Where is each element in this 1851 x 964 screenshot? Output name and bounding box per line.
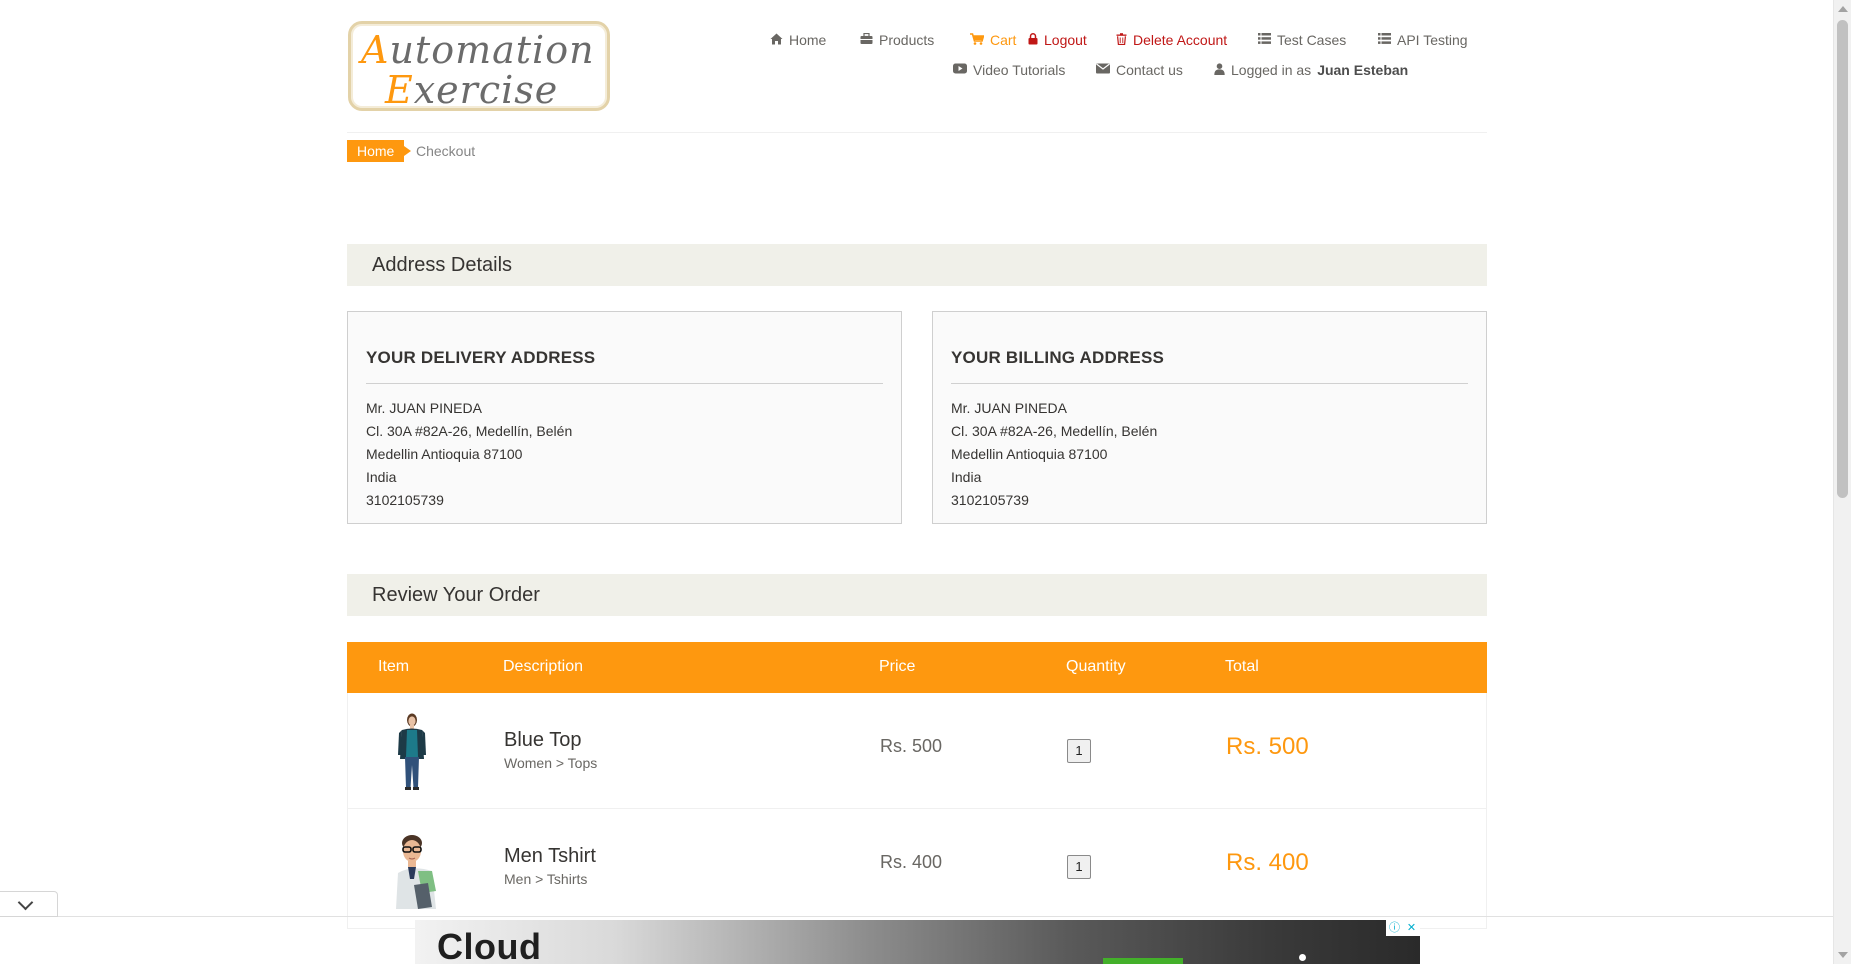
logged-in-prefix: Logged in as [1231,62,1312,78]
ad-banner[interactable]: Cloud ⓘ ✕ [415,920,1420,964]
ad-badge[interactable]: ⓘ ✕ [1386,920,1420,936]
billing-address-box: YOUR BILLING ADDRESS Mr. JUAN PINEDA Cl.… [932,311,1487,524]
site-logo[interactable]: Automation Exercise [348,21,610,112]
nav-test-cases-label: Test Cases [1277,32,1347,48]
ad-dot [1299,954,1306,961]
nav-cart-label: Cart [990,32,1017,48]
delivery-address-country: India [366,469,397,485]
lock-icon [1028,32,1038,48]
table-row: Blue Top Women > Tops Rs. 500 1 Rs. 500 [347,693,1487,809]
product-name[interactable]: Blue Top [504,729,581,752]
col-price: Price [879,658,916,675]
ad-overlay-divider [0,916,1833,917]
logged-in-username: Juan Esteban [1317,62,1409,78]
billing-address-street: Cl. 30A #82A-26, Medellín, Belén [951,423,1158,439]
nav-home-label: Home [789,32,827,48]
page-scrollbar[interactable] [1833,0,1851,964]
list-icon [1258,33,1271,47]
ad-collapse-button[interactable] [0,891,58,917]
cart-icon [970,32,985,48]
product-category: Men > Tshirts [504,871,588,887]
trash-icon [1116,32,1127,48]
nav-contact-us-label: Contact us [1116,62,1183,78]
user-icon [1214,62,1225,78]
scroll-up-arrow-icon[interactable] [1838,6,1848,12]
scrollbar-thumb[interactable] [1837,20,1848,498]
delivery-address-street: Cl. 30A #82A-26, Medellín, Belén [366,423,573,439]
product-price: Rs. 500 [880,736,943,756]
home-icon [770,33,783,48]
nav-logout-link[interactable]: Logout [1028,32,1087,48]
billing-address-divider [951,383,1468,384]
briefcase-icon [860,32,873,48]
header-divider [347,132,1487,133]
nav-delete-account-label: Delete Account [1133,32,1228,48]
list-icon [1378,33,1391,47]
product-quantity: 1 [1067,855,1091,879]
delivery-address-divider [366,383,883,384]
chevron-down-icon [17,894,34,911]
address-details-header: Address Details [347,244,1487,286]
delivery-address-name: Mr. JUAN PINEDA [366,400,482,416]
nav-video-tutorials-link[interactable]: Video Tutorials [953,62,1065,78]
nav-test-cases-link[interactable]: Test Cases [1258,32,1346,48]
ad-info-icon[interactable]: ⓘ [1386,920,1403,936]
nav-products-label: Products [879,32,935,48]
delivery-address-phone: 3102105739 [366,492,444,508]
envelope-icon [1096,63,1110,77]
address-details-title: Address Details [372,254,513,276]
nav-contact-us-link[interactable]: Contact us [1096,62,1183,78]
logged-in-status: Logged in as Juan Esteban [1214,62,1408,78]
logo-line-1: Automation [361,28,595,72]
nav-api-testing-label: API Testing [1397,32,1468,48]
ad-cta-button[interactable] [1103,958,1183,964]
nav-products-link[interactable]: Products [860,32,934,48]
review-order-header: Review Your Order [347,574,1487,616]
product-name[interactable]: Men Tshirt [504,845,596,868]
col-description: Description [503,658,584,675]
billing-address-heading: YOUR BILLING ADDRESS [951,348,1165,367]
product-price: Rs. 400 [880,852,943,872]
billing-address-phone: 3102105739 [951,492,1029,508]
billing-address-name: Mr. JUAN PINEDA [951,400,1067,416]
billing-address-country: India [951,469,982,485]
nav-delete-account-link[interactable]: Delete Account [1116,32,1227,48]
nav-home-link[interactable]: Home [770,32,826,48]
logo-line-2: Exercise [385,68,559,112]
review-order-title: Review Your Order [372,584,540,606]
product-total: Rs. 500 [1226,733,1309,760]
product-image-blue-top[interactable] [388,711,436,791]
delivery-address-box: YOUR DELIVERY ADDRESS Mr. JUAN PINEDA Cl… [347,311,902,524]
product-total: Rs. 400 [1226,849,1309,876]
ad-close-icon[interactable]: ✕ [1403,920,1420,936]
delivery-address-heading: YOUR DELIVERY ADDRESS [366,348,596,367]
product-category: Women > Tops [504,755,598,771]
ad-headline: Cloud [437,926,542,964]
breadcrumb-home[interactable]: Home [347,140,412,162]
youtube-icon [953,63,967,77]
col-total: Total [1225,658,1259,675]
col-item: Item [378,658,410,675]
delivery-address-city: Medellin Antioquia 87100 [366,446,523,462]
nav-cart-link[interactable]: Cart [970,32,1016,48]
scroll-down-arrow-icon[interactable] [1838,952,1848,958]
product-quantity: 1 [1067,739,1091,763]
billing-address-city: Medellin Antioquia 87100 [951,446,1108,462]
breadcrumb-current: Checkout [416,143,476,159]
nav-api-testing-link[interactable]: API Testing [1378,32,1468,48]
table-row: Men Tshirt Men > Tshirts Rs. 400 1 Rs. 4… [347,809,1487,929]
product-image-men-tshirt[interactable] [388,829,436,909]
nav-logout-label: Logout [1044,32,1087,48]
order-table-header: Item Description Price Quantity Total [347,642,1487,693]
nav-video-tutorials-label: Video Tutorials [973,62,1066,78]
col-quantity: Quantity [1066,658,1126,675]
